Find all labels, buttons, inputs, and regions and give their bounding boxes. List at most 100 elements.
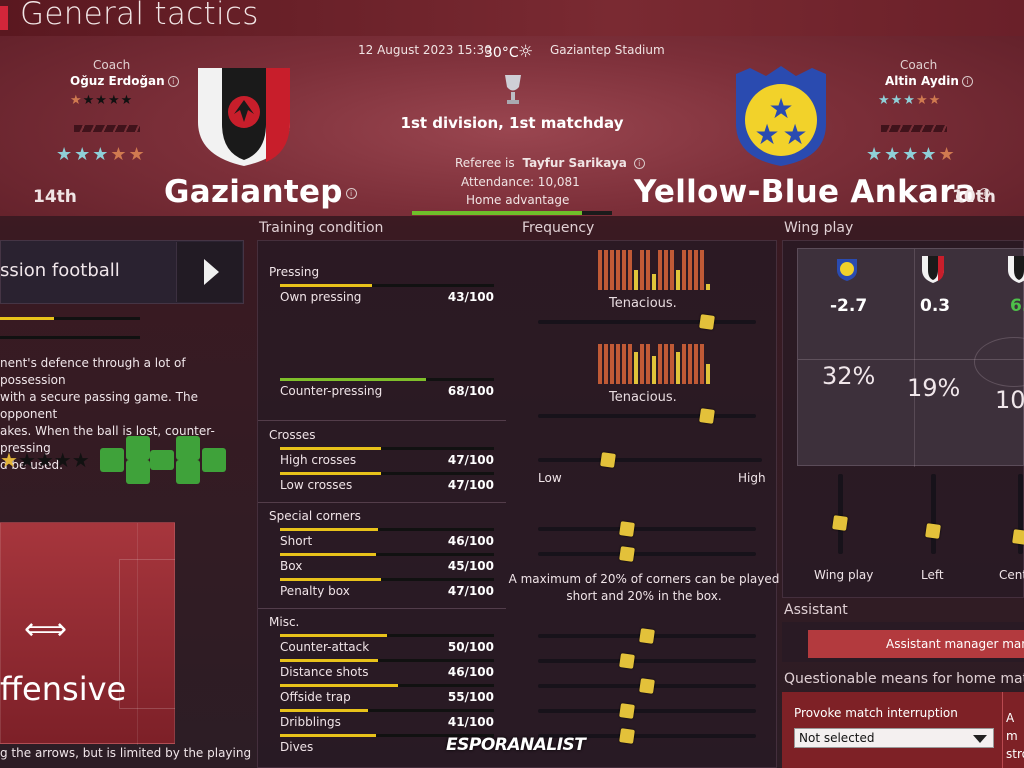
away-coach-label: Coach [900,58,938,72]
slider-handle[interactable] [619,546,635,562]
penalty-box-value: 47/100 [447,584,494,598]
counter-attack-slider[interactable] [538,628,756,644]
group-pressing: Pressing [269,265,320,279]
group-crosses: Crosses [269,428,316,442]
row-high-crosses: High crosses 47/100 [280,447,494,467]
home-form-bar [74,125,140,132]
away-crest-icon[interactable]: ★ ★ ★ [730,64,832,168]
center-vslider[interactable] [1012,474,1024,554]
offside-trap-value: 55/100 [447,690,494,704]
slider-handle[interactable] [925,523,941,539]
home-advantage-label: Home advantage [466,193,570,207]
counter-pressing-slider[interactable] [538,408,756,424]
slider-handle[interactable] [1012,529,1024,545]
slider-handle[interactable] [619,653,635,669]
slider-handle[interactable] [639,628,655,644]
slider-handle[interactable] [832,515,848,531]
style-rating-bar [0,317,140,320]
box-bar [280,553,377,556]
box-corner-slider[interactable] [538,546,756,562]
info-icon[interactable]: i [345,188,357,199]
row-penalty-box: Penalty box 47/100 [280,578,494,598]
row-low-crosses: Low crosses 47/100 [280,472,494,492]
info-icon[interactable]: i [167,76,179,87]
cross-low-label: Low [538,471,562,485]
style-stars: ★★★★★ [0,448,90,472]
dribblings-bar [280,709,368,712]
slider-handle[interactable] [699,314,715,330]
mentality-arrows-icon[interactable]: ⟺ [24,612,67,647]
wing-play-vslider[interactable] [832,474,848,554]
counter-attack-bar [280,634,387,637]
away-rank: 10th [952,187,996,207]
group-misc: Misc. [269,615,300,629]
distance-shots-value: 46/100 [447,665,494,679]
cross-type-slider[interactable] [538,452,762,468]
attribute-icon [126,460,150,484]
counter-attack-value: 50/100 [447,640,494,654]
page-title: General tactics [20,0,259,32]
attribute-icon [100,448,124,472]
info-icon[interactable]: i [633,158,645,169]
penalty-box-bar [280,578,381,581]
own-pressing-slider[interactable] [538,314,756,330]
short-corner-slider[interactable] [538,521,756,537]
provoke-select[interactable]: Not selected [794,728,994,748]
slider-handle[interactable] [699,408,715,424]
attribute-icon [176,436,200,460]
slider-handle[interactable] [619,728,635,744]
slider-handle[interactable] [600,452,616,468]
wing-percent-center: 19% [907,374,961,402]
svg-text:★: ★ [782,118,807,151]
side-description: A m stro [1006,711,1024,761]
row-short: Short 46/100 [280,528,494,548]
corners-note: A maximum of 20% of corners can be playe… [508,572,780,603]
tactic-style-name: ssion football [0,260,120,281]
slider-handle[interactable] [619,521,635,537]
wing-percent-right: 10 [995,386,1024,414]
high-crosses-value: 47/100 [447,453,494,467]
own-pressing-bar [280,284,373,287]
temperature: 30°C [484,45,519,61]
assistant-manager-button[interactable]: Assistant manager manag [808,630,1024,658]
player-attribute-icons [100,436,226,484]
watermark-logo: ESPORANALIST [446,735,586,755]
wing-slider-label-wing: Wing play [814,568,874,582]
distance-shots-slider[interactable] [538,653,756,669]
row-counter-pressing: Counter-pressing 68/100 [280,378,494,398]
away-form-bar [881,125,947,132]
home-crest-icon[interactable] [194,64,294,168]
away-crest-small-icon [837,259,857,281]
row-box: Box 45/100 [280,553,494,573]
slider-handle[interactable] [619,703,635,719]
provoke-label: Provoke match interruption [794,706,958,720]
home-team-name: Gaziantep i [164,174,357,210]
away-coach-name: Altin Aydin i [885,74,973,88]
wing-field [797,248,1024,467]
counter-pressing-value: 68/100 [447,384,494,398]
stadium: Gaziantep Stadium [550,43,665,57]
questionable-means-label: Questionable means for home matc [784,671,1024,687]
home-team-stars: ★★★★★★★★★★ [56,144,147,165]
home-coach-label: Coach [93,58,131,72]
referee-name: Tayfur Sarikaya [522,156,627,170]
home-crest-small-icon [922,256,944,283]
dribblings-slider[interactable] [538,703,756,719]
trophy-icon [505,75,521,104]
home-coach-stars: ★★★★★★★★★★ [70,93,134,108]
offside-trap-slider[interactable] [538,678,756,694]
distance-shots-bar [280,659,379,662]
info-icon[interactable]: i [961,76,973,87]
counter-pressing-bar [280,378,426,381]
slider-handle[interactable] [639,678,655,694]
referee-label: Referee is Tayfur Sarikaya i [455,156,645,170]
left-wing-vslider[interactable] [925,474,941,554]
wing-stat-home: 0.3 [920,296,951,316]
offside-trap-bar [280,684,398,687]
next-style-button[interactable] [176,242,242,302]
counter-pressing-frequency: Tenacious. [609,390,677,405]
wing-slider-label-left: Left [921,568,944,582]
wing-stat-diff: 6. [1010,296,1024,316]
high-crosses-bar [280,447,381,450]
training-condition-label: Training condition [259,220,384,236]
